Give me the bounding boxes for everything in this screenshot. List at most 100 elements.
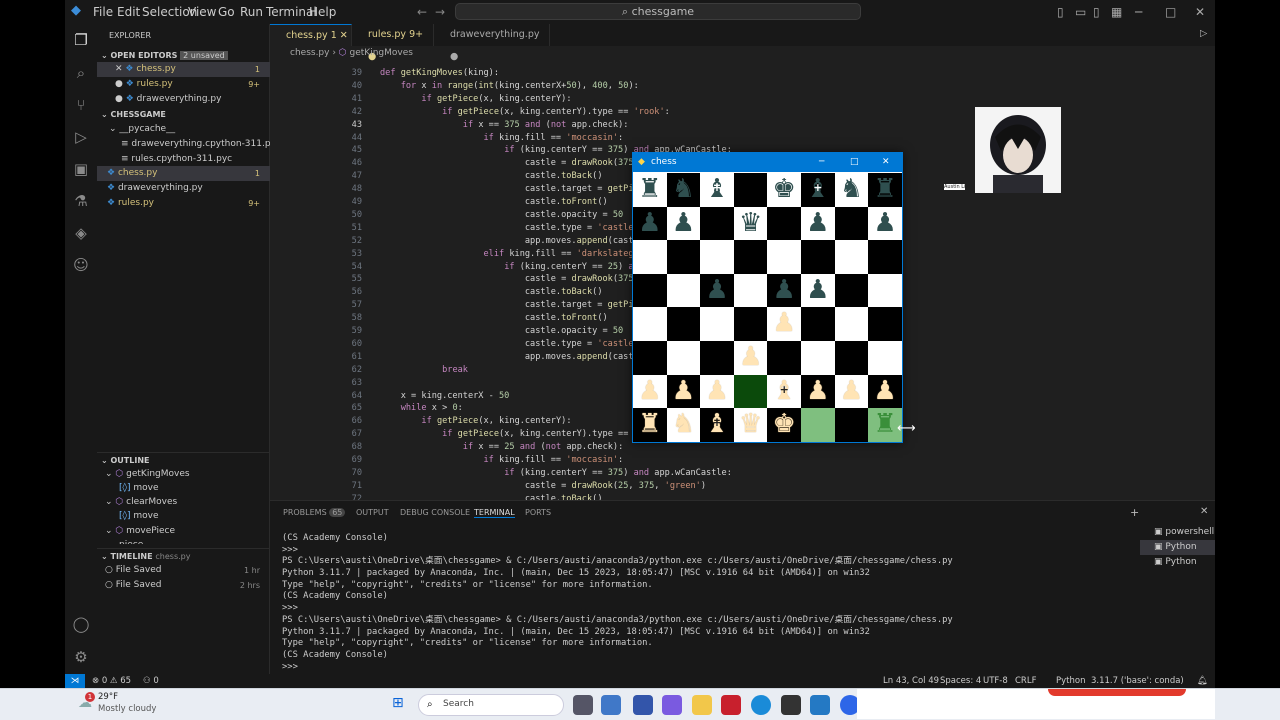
- layout-aux-icon[interactable]: ▯: [1093, 5, 1100, 19]
- edge-icon[interactable]: [751, 695, 771, 715]
- menu-view[interactable]: View: [188, 5, 216, 19]
- code-line[interactable]: if x == 375 and (not app.check):: [380, 120, 629, 130]
- app-icon[interactable]: [633, 695, 653, 715]
- black-king-icon[interactable]: ♚: [773, 174, 796, 204]
- close-panel-icon[interactable]: ✕: [1200, 506, 1208, 517]
- board-square[interactable]: [767, 206, 801, 241]
- forward-arrow-icon[interactable]: →: [435, 5, 445, 19]
- white-pawn-icon[interactable]: ♟: [705, 376, 728, 406]
- board-square[interactable]: ♞: [666, 408, 701, 442]
- board-square[interactable]: ♞: [834, 173, 869, 207]
- code-line[interactable]: while x > 0:: [380, 403, 463, 413]
- white-pawn-icon[interactable]: ♟: [672, 376, 695, 406]
- board-square[interactable]: [801, 240, 835, 274]
- encoding[interactable]: UTF-8: [983, 674, 1008, 688]
- outline-item-getkingmoves[interactable]: ⌄ ⬡ getKingMoves: [97, 467, 270, 482]
- outline-item-clearmoves[interactable]: ⌄ ⬡ clearMoves: [97, 495, 270, 510]
- app-icon[interactable]: [601, 695, 621, 715]
- tree-pycache[interactable]: ⌄ __pycache__: [97, 122, 270, 137]
- board-square[interactable]: ♜: [868, 173, 902, 207]
- board-square[interactable]: ♟: [801, 273, 835, 308]
- cursor-position[interactable]: Ln 43, Col 49: [883, 674, 939, 688]
- board-square[interactable]: ♝ +: [767, 374, 801, 409]
- menu-run[interactable]: Run: [240, 5, 263, 19]
- outline-child[interactable]: piece: [97, 538, 270, 544]
- board-square[interactable]: ♟: [868, 374, 902, 409]
- outline-child[interactable]: [◊] move: [97, 481, 270, 496]
- board-square[interactable]: [767, 341, 801, 375]
- code-line[interactable]: if (king.centerY == 375) and app.wCanCas…: [380, 468, 732, 478]
- black-pawn-icon[interactable]: ♟: [773, 275, 796, 305]
- board-square[interactable]: [633, 341, 667, 375]
- tree-chess-py[interactable]: ❖ chess.py 1: [97, 166, 270, 181]
- taskbar-search[interactable]: ⌕ Search: [418, 694, 564, 716]
- black-pawn-icon[interactable]: ♟: [873, 208, 896, 238]
- code-line[interactable]: app.moves.append(castle): [380, 236, 649, 246]
- board-square[interactable]: [868, 341, 902, 375]
- board-square[interactable]: ♟: [700, 273, 734, 308]
- white-pawn-icon[interactable]: ♟: [638, 376, 661, 406]
- customize-layout-icon[interactable]: ▦: [1111, 5, 1122, 19]
- board-square[interactable]: ♝ +: [801, 173, 835, 207]
- menu-go[interactable]: Go: [218, 5, 235, 19]
- code-line[interactable]: castle.toBack(): [380, 287, 603, 297]
- board-square[interactable]: ♟: [767, 307, 801, 341]
- board-square[interactable]: ♟: [633, 206, 667, 241]
- back-arrow-icon[interactable]: ←: [417, 5, 427, 19]
- code-line[interactable]: if getPiece(x, king.centerY).type == 'ro…: [380, 107, 670, 117]
- timeline-item[interactable]: ○ File Saved 2 hrs: [97, 578, 270, 593]
- close-icon[interactable]: ✕: [340, 30, 348, 41]
- board-square[interactable]: ♟: [868, 206, 902, 241]
- board-square[interactable]: [666, 341, 701, 375]
- remote-icon[interactable]: ⋊: [65, 674, 85, 688]
- code-line[interactable]: castle.opacity = 50: [380, 210, 623, 220]
- terminal-item[interactable]: ▣ Python: [1140, 540, 1215, 555]
- board-square[interactable]: [834, 307, 869, 341]
- code-line[interactable]: castle.toBack(): [380, 171, 603, 181]
- code-line[interactable]: castle.toFront(): [380, 313, 608, 323]
- code-line[interactable]: app.moves.append(castle): [380, 352, 649, 362]
- white-pawn-icon[interactable]: ♟: [739, 342, 762, 372]
- copilot-icon[interactable]: ☺: [72, 256, 90, 274]
- board-square[interactable]: [801, 408, 835, 442]
- black-knight-icon[interactable]: ♞: [840, 174, 863, 204]
- timeline-item[interactable]: ○ File Saved 1 hr: [97, 563, 270, 578]
- code-line[interactable]: if getPiece(x, king.centerY).type == 'ro…: [380, 429, 670, 439]
- white-king-icon[interactable]: ♚: [773, 409, 796, 439]
- terminal-item[interactable]: ▣ powershell: [1140, 525, 1215, 540]
- timeline-header[interactable]: ⌄ TIMELINE chess.py: [97, 548, 270, 563]
- vscode-taskbar-icon[interactable]: [810, 695, 830, 715]
- tab-terminal[interactable]: TERMINAL: [474, 508, 515, 518]
- board-square[interactable]: ♟: [801, 374, 835, 409]
- menu-file[interactable]: File: [93, 5, 113, 19]
- board-square[interactable]: [801, 307, 835, 341]
- minimize-icon[interactable]: ─: [819, 153, 824, 172]
- chess-window[interactable]: ◆ chess ─ □ ✕ ♜ ♞ ♝ + ♚ ♝ + ♞ ♜ ♟ ♟ ♛ ♟ ♟ ♟ ♟ ♟ ♟ ♟ ♟ ♟ ♟ ♝ + ♟ ♟…: [632, 152, 903, 443]
- menu-edit[interactable]: Edit: [117, 5, 140, 19]
- open-editor-draweverything[interactable]: ● ❖ draweverything.py: [97, 92, 270, 107]
- board-square[interactable]: ♟: [666, 206, 701, 241]
- black-pawn-icon[interactable]: ♟: [638, 208, 661, 238]
- board-square[interactable]: [666, 307, 701, 341]
- file-explorer-icon[interactable]: [692, 695, 712, 715]
- menu-help[interactable]: Help: [309, 5, 336, 19]
- white-pawn-icon[interactable]: ♟: [873, 376, 896, 406]
- board-square[interactable]: [868, 273, 902, 308]
- tab-output[interactable]: OUTPUT: [356, 508, 389, 517]
- code-line[interactable]: if getPiece(x, king.centerY):: [380, 416, 571, 426]
- board-square[interactable]: [868, 240, 902, 274]
- board-square[interactable]: ♟: [633, 374, 667, 409]
- black-pawn-icon[interactable]: ♟: [672, 208, 695, 238]
- black-rook-icon[interactable]: ♜: [638, 174, 661, 204]
- code-line[interactable]: if getPiece(x, king.centerY):: [380, 94, 571, 104]
- code-line[interactable]: if x == 25 and (not app.check):: [380, 442, 623, 452]
- code-line[interactable]: if king.fill == 'moccasin':: [380, 455, 623, 465]
- board-square[interactable]: [868, 307, 902, 341]
- board-square[interactable]: [733, 307, 768, 341]
- maximize-icon[interactable]: □: [850, 153, 859, 172]
- tab-ports[interactable]: PORTS: [525, 508, 551, 517]
- board-square[interactable]: [834, 408, 869, 442]
- board-square[interactable]: [834, 273, 869, 308]
- code-line[interactable]: elif king.fill == 'darkslategrey':: [380, 249, 659, 259]
- minimize-icon[interactable]: ─: [1135, 5, 1142, 19]
